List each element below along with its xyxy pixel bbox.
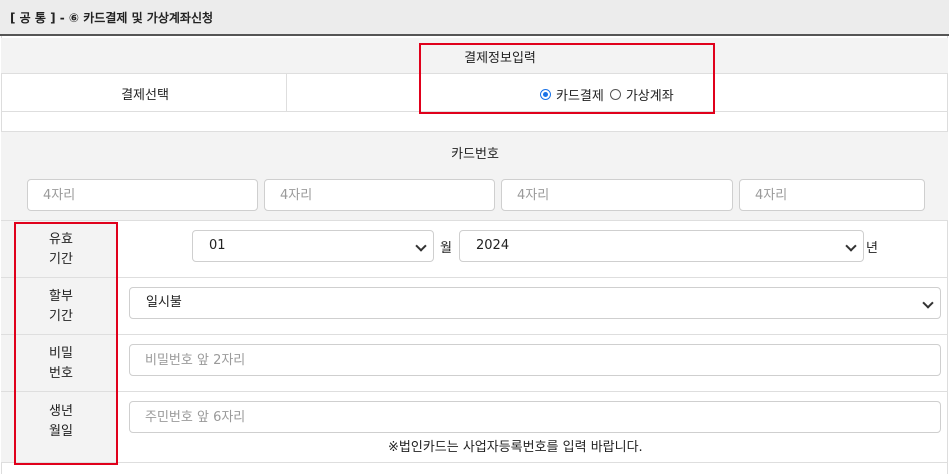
expiry-year-select[interactable]: 2024 <box>459 230 864 262</box>
card-number-segment-2[interactable] <box>264 179 495 211</box>
divider <box>1 220 948 221</box>
card-number-segment-4[interactable] <box>739 179 925 211</box>
highlight-box-payment-info <box>419 43 715 114</box>
year-unit: 년 <box>866 241 878 256</box>
chevron-down-icon <box>845 240 857 252</box>
highlight-box-labels <box>14 222 118 465</box>
installment-select[interactable]: 일시불 <box>129 287 941 319</box>
divider <box>1 334 948 335</box>
divider <box>1 462 948 463</box>
month-unit: 월 <box>440 241 452 256</box>
divider <box>1 391 948 392</box>
card-number-segment-1[interactable] <box>27 179 258 211</box>
page-title-bar: [ 공 통 ] - ⑥ 카드결제 및 가상계좌신청 <box>0 0 949 36</box>
divider <box>286 74 287 111</box>
expiry-month-select[interactable]: 01 <box>192 230 434 262</box>
page-title: [ 공 통 ] - ⑥ 카드결제 및 가상계좌신청 <box>10 11 214 25</box>
birth-date-input[interactable] <box>129 401 941 433</box>
installment-value: 일시불 <box>146 295 182 310</box>
card-number-header: 카드번호 <box>451 147 499 162</box>
corporate-card-note: ※법인카드는 사업자등록번호를 입력 바랍니다. <box>388 440 643 455</box>
divider <box>1 277 948 278</box>
chevron-down-icon <box>415 240 427 252</box>
expiry-month-value: 01 <box>209 238 226 253</box>
card-number-segment-3[interactable] <box>501 179 733 211</box>
chevron-down-icon <box>922 297 934 309</box>
password-input[interactable] <box>129 344 941 376</box>
payment-select-label: 결제선택 <box>121 88 169 103</box>
expiry-year-value: 2024 <box>476 238 510 253</box>
